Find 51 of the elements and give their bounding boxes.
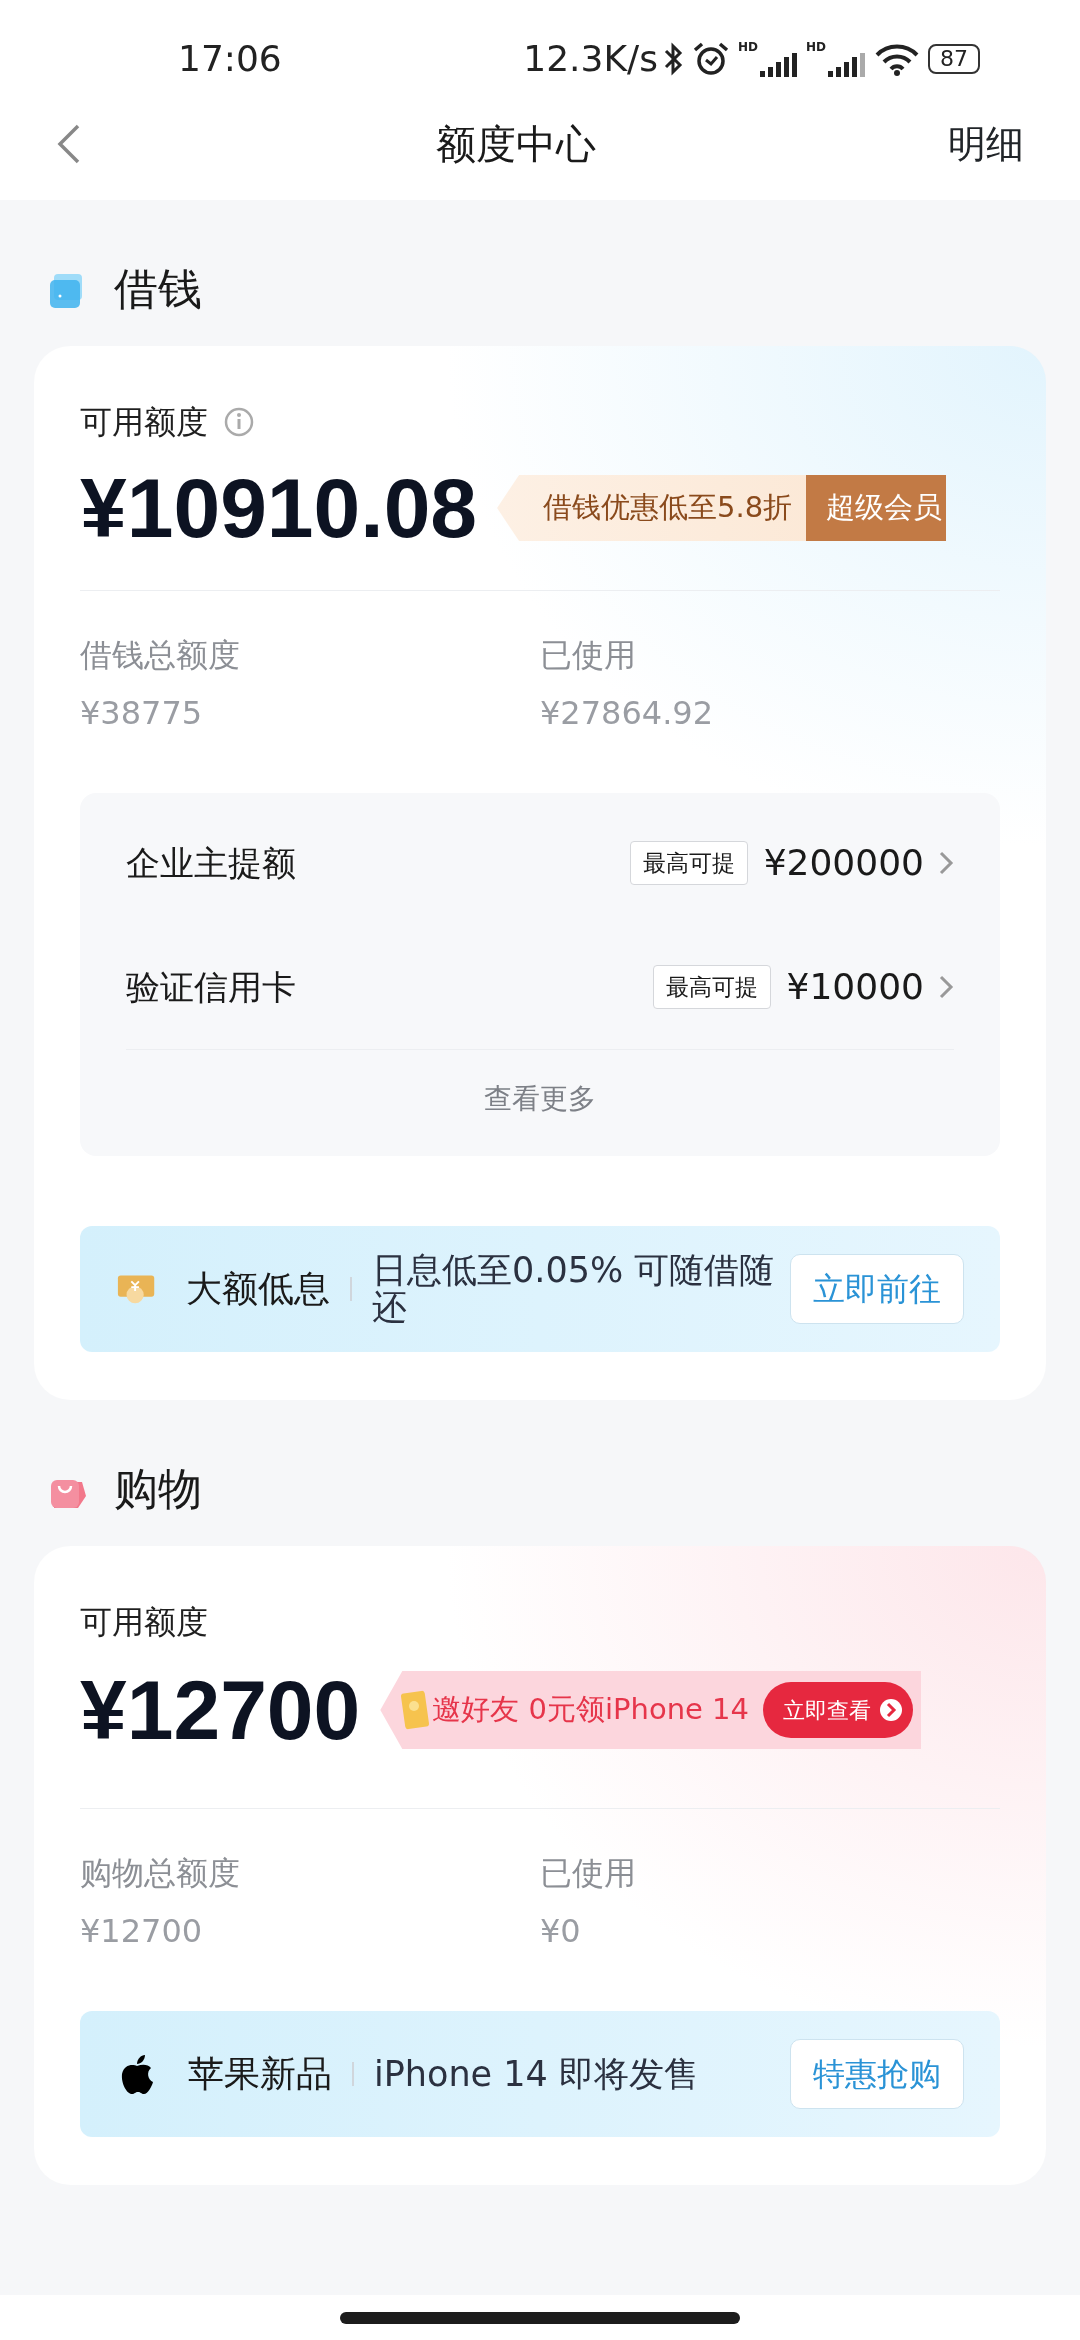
offer-row[interactable]: 企业主提额 最高可提 ¥200000	[126, 801, 954, 925]
limit-tag: 最高可提	[652, 964, 771, 1010]
chevron-right-icon	[938, 850, 954, 876]
offer-name: 企业主提额	[126, 841, 297, 885]
home-indicator[interactable]	[340, 2311, 740, 2324]
arrow-circle-icon	[879, 1698, 903, 1722]
strip-title: 苹果新品	[188, 2052, 332, 2096]
promo-button[interactable]: 立即查看	[763, 1682, 913, 1738]
section-title: 购物	[114, 1462, 202, 1516]
total-label: 借钱总额度	[80, 635, 241, 676]
promo-banner[interactable]: 邀好友 0元领iPhone 14 立即查看	[380, 1671, 921, 1749]
strip-title: 大额低息	[186, 1267, 331, 1311]
total-label: 已使用	[540, 635, 637, 676]
available-label: 可用额度	[80, 1602, 208, 1643]
available-label: 可用额度	[80, 402, 208, 443]
available-amount: ¥12700	[80, 1668, 361, 1752]
promo-text: 邀好友 0元领iPhone 14	[432, 1691, 749, 1729]
alarm-icon	[691, 41, 730, 77]
total-value: ¥12700	[80, 1911, 204, 1952]
signal-icon	[758, 53, 798, 77]
total-value: ¥38775	[80, 693, 204, 734]
promo-button[interactable]: 超级会员	[806, 475, 947, 541]
offer-amount: ¥10000	[786, 965, 924, 1009]
wifi-icon	[874, 42, 920, 76]
network-speed: 12.3K/s	[523, 37, 658, 81]
total-label: 已使用	[540, 1853, 637, 1894]
info-icon[interactable]	[224, 407, 254, 437]
view-more-link[interactable]: 查看更多	[126, 1050, 954, 1150]
offer-name: 验证信用卡	[126, 965, 297, 1009]
network-type-label: HD	[737, 41, 758, 53]
clock-time: 17:06	[178, 37, 282, 81]
signal-icon	[826, 53, 866, 77]
available-amount: ¥10910.08	[80, 466, 478, 550]
strip-text: 日息低至0.05% 可随借随还	[372, 1252, 776, 1326]
promo-banner[interactable]: 借钱优惠低至5.8折 超级会员	[497, 475, 947, 541]
page-title: 额度中心	[436, 120, 596, 169]
promo-text: 借钱优惠低至5.8折	[543, 489, 793, 527]
section-title: 借钱	[114, 262, 202, 316]
strip-button[interactable]: 立即前往	[790, 1254, 964, 1324]
battery-indicator: 87	[928, 44, 980, 74]
limit-tag: 最高可提	[629, 840, 748, 886]
chevron-right-icon	[938, 974, 954, 1000]
details-link[interactable]: 明细	[948, 115, 1024, 173]
offer-row[interactable]: 验证信用卡 最高可提 ¥10000	[126, 925, 954, 1049]
strip-text: iPhone 14 即将发售	[374, 2055, 700, 2093]
strip-button[interactable]: 特惠抢购	[790, 2039, 964, 2109]
total-label: 购物总额度	[80, 1853, 241, 1894]
offer-amount: ¥200000	[763, 841, 924, 885]
total-value: ¥0	[540, 1911, 582, 1952]
network-type-label: HD	[806, 41, 826, 53]
total-value: ¥27864.92	[540, 693, 715, 734]
